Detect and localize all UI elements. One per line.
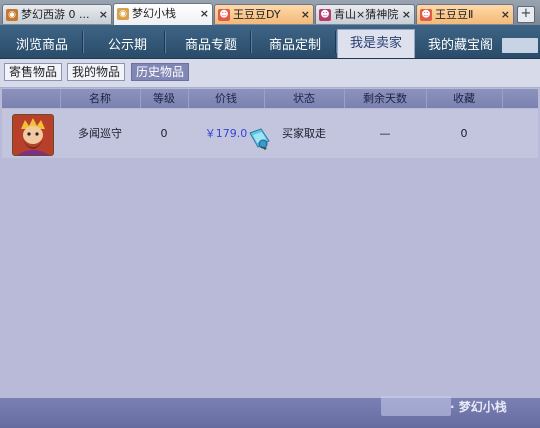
item-level: 0 bbox=[160, 127, 168, 140]
nav-divider bbox=[164, 31, 166, 53]
item-status: 买家取走 bbox=[282, 127, 326, 140]
subnav-history-items[interactable]: 历史物品 bbox=[131, 63, 190, 81]
payment-cursor-icon bbox=[247, 127, 271, 155]
item-days-left: — bbox=[379, 127, 391, 140]
watermark-blur bbox=[381, 396, 451, 416]
avatar-icon: ☻ bbox=[420, 9, 432, 21]
nav-goods-topics[interactable]: 商品专题 bbox=[185, 34, 237, 53]
browser-tab-2[interactable]: ◉ 梦幻小栈 × bbox=[113, 3, 213, 25]
nav-goods-custom[interactable]: 商品定制 bbox=[269, 34, 321, 53]
col-header-days-left[interactable]: 剩余天数 bbox=[344, 89, 427, 108]
col-header-favorites[interactable]: 收藏 bbox=[426, 89, 503, 108]
tab-label: 梦幻西游 0 ... bbox=[21, 8, 90, 21]
col-header-level[interactable]: 等级 bbox=[140, 89, 189, 108]
nav-i-am-seller[interactable]: 我是卖家 bbox=[337, 29, 415, 58]
item-favorites: 0 bbox=[460, 127, 468, 140]
table-header: 名称 等级 价钱 状态 剩余天数 收藏 bbox=[2, 89, 538, 108]
item-name[interactable]: 多闻巡守 bbox=[60, 109, 140, 158]
subnav-my-items[interactable]: 我的物品 bbox=[67, 63, 126, 81]
tab-label: 梦幻小栈 bbox=[132, 7, 176, 20]
watermark-text: · 梦幻小栈 bbox=[450, 400, 507, 414]
browser-tab-1[interactable]: ◉ 梦幻西游 0 ... × bbox=[2, 4, 112, 24]
browser-tab-3[interactable]: ☻ 王豆豆DY × bbox=[214, 4, 314, 24]
new-tab-button[interactable]: + bbox=[517, 6, 535, 23]
browser-tab-bar: ◉ 梦幻西游 0 ... × ◉ 梦幻小栈 × ☻ 王豆豆DY × ☻ 青山×猜… bbox=[0, 0, 540, 25]
nav-browse-goods[interactable]: 浏览商品 bbox=[16, 34, 68, 53]
close-icon[interactable]: × bbox=[501, 5, 510, 24]
nav-divider bbox=[250, 31, 252, 53]
game-icon: ◉ bbox=[6, 9, 18, 21]
main-nav: 浏览商品 公示期 商品专题 商品定制 我是卖家 我的藏宝阁 bbox=[0, 25, 540, 59]
close-icon[interactable]: × bbox=[99, 5, 108, 24]
tab-label: 青山×猜神院 bbox=[334, 8, 399, 21]
browser-tab-4[interactable]: ☻ 青山×猜神院 × bbox=[315, 4, 415, 24]
col-header-icon bbox=[2, 89, 61, 108]
col-header-name[interactable]: 名称 bbox=[60, 89, 141, 108]
avatar-icon: ☻ bbox=[319, 9, 331, 21]
game-icon: ◉ bbox=[117, 8, 129, 20]
close-icon[interactable]: × bbox=[402, 5, 411, 24]
tab-label: 王豆豆DY bbox=[233, 8, 281, 21]
avatar-icon: ☻ bbox=[218, 9, 230, 21]
close-icon[interactable]: × bbox=[301, 5, 310, 24]
sub-nav: 寄售物品 我的物品 历史物品 bbox=[0, 59, 540, 88]
col-header-status[interactable]: 状态 bbox=[264, 89, 345, 108]
nav-search-box[interactable] bbox=[502, 38, 538, 53]
nav-divider bbox=[82, 31, 84, 53]
character-avatar-icon[interactable] bbox=[12, 114, 54, 156]
subnav-consigned-items[interactable]: 寄售物品 bbox=[4, 63, 63, 81]
col-header-price[interactable]: 价钱 bbox=[188, 89, 265, 108]
browser-tab-5[interactable]: ☻ 王豆豆Ⅱ × bbox=[416, 4, 514, 24]
nav-my-treasure[interactable]: 我的藏宝阁 bbox=[428, 34, 493, 53]
content-area bbox=[0, 158, 540, 398]
tab-label: 王豆豆Ⅱ bbox=[435, 8, 474, 21]
nav-public-period[interactable]: 公示期 bbox=[108, 34, 147, 53]
close-icon[interactable]: × bbox=[200, 4, 209, 23]
